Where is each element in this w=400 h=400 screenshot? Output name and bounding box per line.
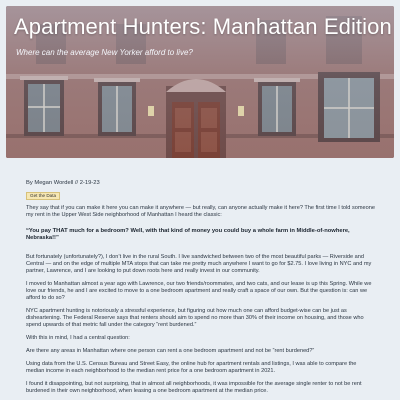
get-data-link[interactable]: Get the Data <box>26 192 61 200</box>
paragraph: Are there any areas in Manhattan where o… <box>26 348 315 354</box>
article-body: By Megan Wordell // 2-19-23 Get the Data… <box>26 180 376 400</box>
paragraph: With this in mind, I had a central quest… <box>26 335 130 341</box>
hero-banner: Apartment Hunters: Manhattan Edition Whe… <box>6 6 394 158</box>
paragraph: I found it disappointing, but not surpri… <box>26 381 362 394</box>
page: Apartment Hunters: Manhattan Edition Whe… <box>0 0 400 400</box>
paragraph: Using data from the U.S. Census Bureau a… <box>26 361 357 374</box>
paragraph: They say that if you can make it here yo… <box>26 205 375 218</box>
byline: By Megan Wordell // 2-19-23 <box>26 180 100 186</box>
paragraph: NYC apartment hunting is notoriously a s… <box>26 308 364 328</box>
page-subtitle: Where can the average New Yorker afford … <box>16 48 193 57</box>
pull-quote: “You pay THAT much for a bedroom? Well, … <box>26 228 350 241</box>
paragraph: But fortunately (unfortunately?), I don’… <box>26 254 372 274</box>
page-title: Apartment Hunters: Manhattan Edition <box>14 14 392 39</box>
paragraph: I moved to Manhattan almost a year ago w… <box>26 281 372 301</box>
